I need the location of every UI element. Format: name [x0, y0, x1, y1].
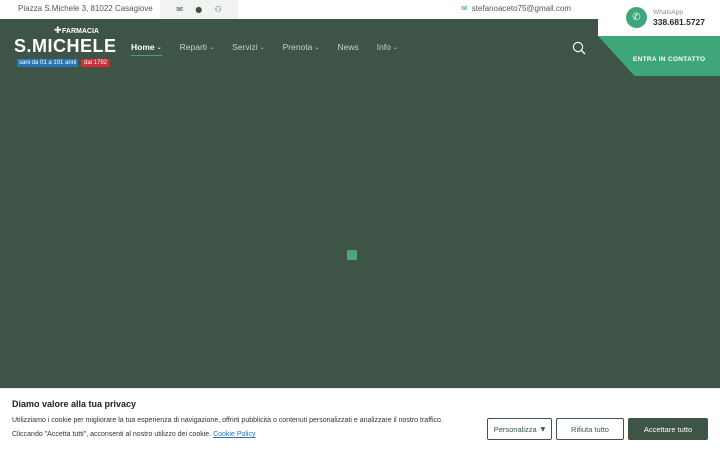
nav-item-prenota[interactable]: Prenota ⌄	[283, 42, 320, 52]
accept-all-button[interactable]: Accettare tutto	[628, 418, 708, 440]
reject-label: Rifiuta tutto	[571, 424, 609, 434]
nav-item-home[interactable]: Home ⌄	[131, 42, 162, 56]
personalize-button[interactable]: Personalizza ▼	[487, 418, 552, 440]
cookie-consent-text: Cliccando "Accetta tutti", acconsenti al…	[12, 431, 212, 438]
cookie-text-2: Cliccando "Accetta tutti", acconsenti al…	[12, 431, 256, 438]
nav-item-reparti[interactable]: Reparti ⌄	[180, 42, 214, 52]
logo-name: S.MICHELE	[14, 36, 117, 56]
whatsapp-number[interactable]: 338.681.5727	[653, 17, 705, 27]
phone-icon[interactable]: ✆	[626, 7, 647, 28]
nav-label: Info	[376, 42, 391, 52]
accept-label: Accettare tutto	[643, 424, 693, 434]
caret-down-icon: ▼	[540, 425, 546, 433]
nav-label: Servizi	[232, 42, 258, 52]
envelope-icon[interactable]: ✉	[176, 5, 183, 14]
people-icon[interactable]: ⚇	[215, 5, 222, 14]
nav-item-news[interactable]: News	[337, 42, 358, 52]
facebook-icon[interactable]: ●	[195, 5, 202, 14]
chevron-down-icon: ⌄	[314, 43, 320, 51]
cookie-title: Diamo valore alla tua privacy	[12, 399, 137, 409]
nav-label: News	[337, 42, 359, 52]
logo-since: dal 1792	[81, 59, 111, 67]
personalize-label: Personalizza	[493, 424, 537, 434]
nav-item-servizi[interactable]: Servizi ⌄	[232, 42, 265, 52]
chevron-down-icon: ⌄	[259, 43, 265, 51]
email-contact[interactable]: ✉ stefanoaceto75@gmail.com	[461, 4, 571, 13]
site-logo[interactable]: ✚ FARMACIA S.MICHELE sani da 01 a 101 an…	[14, 26, 116, 70]
chevron-down-icon: ⌄	[209, 43, 215, 51]
page-loader	[347, 250, 357, 260]
chevron-down-icon: ⌄	[156, 43, 162, 51]
cookie-banner: Diamo valore alla tua privacy Utilizziam…	[0, 388, 720, 450]
logo-tagline: sani da 01 a 101 anni	[17, 59, 79, 67]
mail-icon: ✉	[461, 4, 468, 13]
search-icon[interactable]	[572, 41, 586, 55]
chevron-down-icon: ⌄	[392, 43, 398, 51]
main-nav: Home ⌄ Reparti ⌄ Servizi ⌄ Prenota ⌄ News In…	[131, 42, 416, 56]
nav-item-info[interactable]: Info ⌄	[377, 42, 398, 52]
nav-label: Reparti	[179, 42, 208, 52]
nav-label: Home	[131, 42, 155, 52]
address-text: Piazza S.Michele 3, 81022 Casagiove	[18, 4, 153, 13]
reject-all-button[interactable]: Rifiuta tutto	[556, 418, 624, 440]
contact-cta-label[interactable]: ENTRA IN CONTATTO	[633, 56, 705, 63]
social-links: ✉ ● ⚇	[160, 0, 238, 19]
whatsapp-label: WhatsApp	[653, 9, 683, 16]
nav-label: Prenota	[282, 42, 313, 52]
cookie-policy-link[interactable]: Cookie Policy	[213, 431, 255, 438]
email-link[interactable]: stefanoaceto75@gmail.com	[472, 4, 571, 13]
cookie-text: Utilizziamo i cookie per migliorare la t…	[12, 417, 443, 424]
logo-farmacia: FARMACIA	[62, 28, 99, 35]
pharmacy-cross-icon: ✚	[54, 26, 62, 36]
